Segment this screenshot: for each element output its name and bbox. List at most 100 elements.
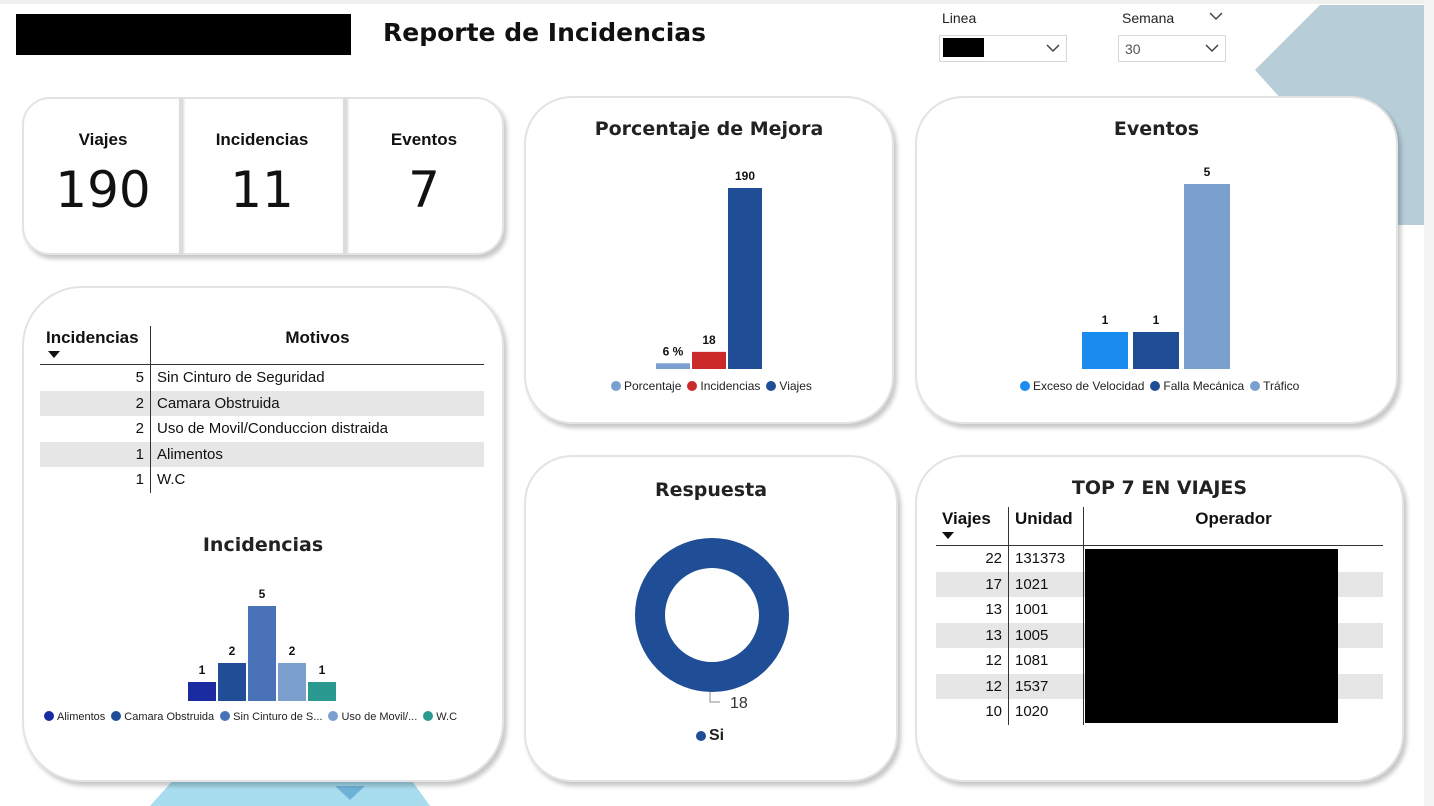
legend-dot-icon <box>611 381 621 391</box>
kpi-incidencias-value: 11 <box>230 161 294 219</box>
bar-viajes[interactable] <box>728 188 762 369</box>
legend-item-sin-cinturo-de-s[interactable]: Sin Cinturo de S... <box>220 711 322 723</box>
legend-item-w-c[interactable]: W.C <box>423 711 457 723</box>
eventos-chart-card: Eventos 1 1 5 Exceso de Velocidad Falla Mec… <box>915 96 1398 424</box>
linea-filter-dropdown[interactable] <box>939 35 1067 62</box>
data-label-alimentos: 1 <box>199 663 206 677</box>
bar-tr-fico[interactable] <box>1184 184 1230 369</box>
row-unidad: 1001 <box>1008 597 1084 623</box>
legend-label: Tráfico <box>1263 379 1300 393</box>
page-title: Reporte de Incidencias <box>383 18 707 47</box>
bar-incidencias[interactable] <box>692 351 726 369</box>
semana-filter-dropdown[interactable]: 30 <box>1118 35 1226 62</box>
kpi-divider <box>179 99 183 253</box>
legend-item-uso-de-movil[interactable]: Uso de Movil/... <box>328 711 417 723</box>
column-header-motivos[interactable]: Motivos <box>151 326 485 365</box>
data-label-viajes: 190 <box>735 169 755 183</box>
linea-filter-label: Linea <box>942 10 977 26</box>
incidencias-chart-title: Incidencias <box>202 534 324 556</box>
kpi-eventos-label: Eventos <box>390 130 458 149</box>
bar-alimentos[interactable] <box>188 682 216 701</box>
column-header-unidad[interactable]: Unidad <box>1008 507 1084 546</box>
legend-item-incidencias[interactable]: Incidencias <box>687 379 760 393</box>
legend-dot-icon <box>1150 381 1161 391</box>
column-header-incidencias[interactable]: Incidencias <box>40 326 151 365</box>
data-label-camara-obstruida: 2 <box>229 644 236 658</box>
row-motivo: Uso de Movil/Conduccion distraida <box>157 420 388 438</box>
table-row[interactable]: 1 W.C <box>40 467 484 493</box>
kpi-incidencias-label: Incidencias <box>215 130 309 149</box>
legend-label: Si <box>709 727 725 744</box>
legend-item-porcentaje[interactable]: Porcentaje <box>611 379 681 393</box>
bar-porcentaje[interactable] <box>656 363 690 369</box>
bar-uso-de-movil[interactable] <box>278 663 306 701</box>
legend-label: Exceso de Velocidad <box>1033 379 1145 393</box>
table-row[interactable]: 2 Uso de Movil/Conduccion distraida <box>40 416 484 442</box>
bar-camara-obstruida[interactable] <box>218 663 246 701</box>
row-viajes: 12 <box>936 648 1009 674</box>
kpi-eventos-value: 7 <box>408 161 440 219</box>
data-label-porcentaje: 6 % <box>663 344 684 358</box>
data-label-falla-mec-nica: 1 <box>1153 313 1160 327</box>
legend-item-viajes[interactable]: Viajes <box>766 379 812 393</box>
table-row[interactable]: 1 Alimentos <box>40 441 484 467</box>
kpi-divider <box>343 99 347 253</box>
row-unidad: 1020 <box>1008 699 1084 725</box>
data-label-w-c: 1 <box>319 663 326 677</box>
row-count: 2 <box>40 390 151 416</box>
donut-slice-si[interactable] <box>635 538 789 692</box>
page-right-border <box>1424 0 1434 806</box>
legend-label: Porcentaje <box>624 379 682 393</box>
sort-descending-icon <box>48 351 60 358</box>
legend-label: W.C <box>436 711 458 723</box>
redacted-linea-value <box>943 38 984 57</box>
bar-w-c[interactable] <box>308 682 336 701</box>
legend-item-tr-fico[interactable]: Tráfico <box>1250 379 1299 393</box>
redacted-operador-names <box>1085 549 1338 723</box>
row-viajes: 13 <box>936 622 1009 648</box>
row-unidad: 1081 <box>1008 648 1084 674</box>
row-motivo: Sin Cinturo de Seguridad <box>157 369 325 387</box>
column-header-operador[interactable]: Operador <box>1084 507 1384 546</box>
table-row[interactable]: 2 Camara Obstruida <box>40 390 484 416</box>
semana-collapse-chevron-icon[interactable] <box>1209 11 1223 21</box>
row-motivo: Alimentos <box>150 441 484 467</box>
legend-item-camara-obstruida[interactable]: Camara Obstruida <box>111 711 214 723</box>
bar-sin-cinturo-de-s[interactable] <box>248 606 276 701</box>
legend-item-exceso-de-velocidad[interactable]: Exceso de Velocidad <box>1020 379 1144 393</box>
bar-falla-mec-nica[interactable] <box>1133 332 1179 369</box>
redacted-logo <box>16 14 351 55</box>
row-unidad: 131373 <box>1008 545 1084 572</box>
respuesta-chart-legend: Si <box>696 727 730 745</box>
legend-dot-icon <box>766 381 777 391</box>
legend-item-alimentos[interactable]: Alimentos <box>44 711 105 723</box>
row-viajes: 13 <box>936 597 1009 623</box>
motivos-table: Incidencias Motivos 5 Sin Cinturo de Segu… <box>40 326 484 493</box>
semana-filter-label: Semana <box>1122 10 1175 26</box>
column-header-viajes[interactable]: Viajes <box>936 507 1009 546</box>
row-count: 1 <box>40 467 151 493</box>
donut-data-label: 18 <box>730 695 748 712</box>
kpi-viajes-label: Viajes <box>78 130 128 149</box>
sort-descending-icon <box>942 532 954 539</box>
row-motivo: Camara Obstruida <box>150 390 484 416</box>
legend-dot-icon <box>687 381 698 391</box>
row-motivo: W.C <box>157 471 186 489</box>
data-label-tr-fico: 5 <box>1204 165 1211 179</box>
legend-dot-icon <box>1020 381 1030 391</box>
legend-label: Incidencias <box>700 379 761 393</box>
row-unidad: 1021 <box>1008 571 1084 597</box>
chevron-down-icon <box>1046 44 1060 53</box>
respuesta-donut-chart: 18 <box>635 538 789 712</box>
eventos-bar-chart: 1 1 5 <box>1082 165 1230 369</box>
top-viajes-title: TOP 7 EN VIAJES <box>1071 477 1248 499</box>
table-row[interactable]: 5 Sin Cinturo de Seguridad <box>40 364 484 391</box>
legend-item-falla-mec-nica[interactable]: Falla Mecánica <box>1150 379 1244 393</box>
legend-item-si[interactable]: Si <box>696 727 724 744</box>
incidencias-bar-chart: 1 2 5 2 1 <box>188 587 336 701</box>
row-viajes: 22 <box>936 545 1009 572</box>
bar-exceso-de-velocidad[interactable] <box>1082 332 1128 369</box>
row-viajes: 10 <box>936 699 1009 725</box>
top-viajes-card: TOP 7 EN VIAJES Viajes Unidad Operador 2… <box>915 455 1404 782</box>
legend-label: Falla Mecánica <box>1163 379 1245 393</box>
